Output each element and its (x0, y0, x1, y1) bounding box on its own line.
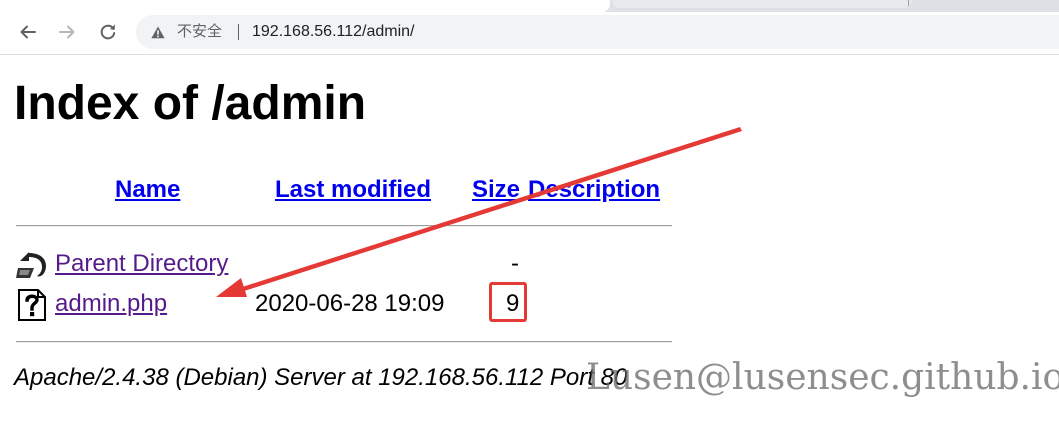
column-header-name[interactable]: Name (115, 176, 180, 204)
column-header-size[interactable]: Size (472, 176, 520, 204)
forward-button[interactable] (53, 18, 81, 46)
tab-separator (908, 0, 909, 6)
parent-directory-size: - (511, 250, 519, 277)
tab-active[interactable] (0, 0, 610, 12)
page-title: Index of /admin (14, 77, 367, 130)
address-bar[interactable]: 不安全 192.168.56.112/admin/ (136, 15, 1059, 49)
tab-inactive[interactable] (612, 0, 912, 8)
footer-divider (16, 341, 672, 343)
highlight-box (489, 282, 527, 322)
arrow-right-icon (59, 25, 75, 39)
header-divider (16, 225, 672, 227)
url-text[interactable]: 192.168.56.112/admin/ (252, 23, 415, 41)
omnibox-divider (238, 24, 239, 40)
parent-directory-link[interactable]: Parent Directory (55, 250, 228, 278)
column-header-description[interactable]: Description (528, 176, 660, 204)
tab-strip (0, 0, 1059, 12)
directory-listing: Name Last modified Size Description Pare… (16, 168, 676, 368)
column-header-last-modified[interactable]: Last modified (275, 176, 431, 204)
browser-toolbar: 不安全 192.168.56.112/admin/ (0, 12, 1059, 55)
security-status-label[interactable]: 不安全 (177, 23, 222, 41)
reload-icon (100, 24, 116, 40)
admin-php-last-modified: 2020-06-28 19:09 (255, 290, 445, 317)
back-arrow-icon (16, 252, 46, 278)
reload-button[interactable] (94, 18, 122, 46)
server-signature: Apache/2.4.38 (Debian) Server at 192.168… (14, 364, 628, 391)
admin-php-link[interactable]: admin.php (55, 290, 167, 318)
warning-triangle-icon[interactable] (151, 26, 165, 39)
back-button[interactable] (14, 18, 42, 46)
arrow-left-icon (20, 25, 36, 39)
unknown-file-icon (18, 289, 46, 321)
